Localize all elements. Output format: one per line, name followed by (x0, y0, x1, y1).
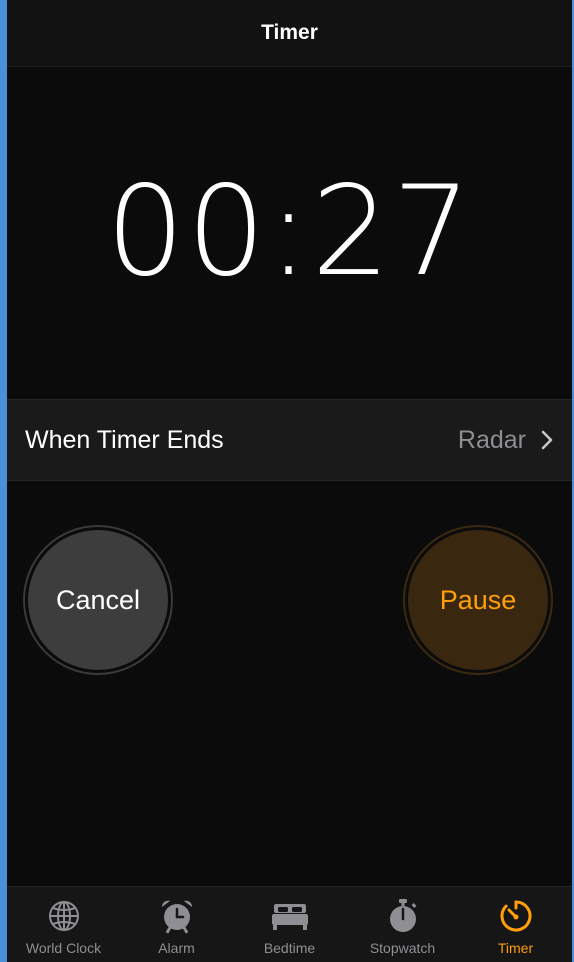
globe-icon (48, 901, 79, 931)
cancel-button-label: Cancel (28, 530, 168, 670)
page-title: Timer (261, 21, 318, 44)
pause-button[interactable]: Pause (403, 525, 553, 675)
tab-stopwatch[interactable]: Stopwatch (346, 887, 459, 962)
tab-alarm[interactable]: Alarm (120, 887, 233, 962)
tab-label: World Clock (25, 940, 102, 956)
tab-label: Alarm (158, 940, 195, 956)
when-timer-ends-row[interactable]: When Timer Ends Radar (7, 399, 572, 481)
tab-bedtime[interactable]: Bedtime (233, 887, 346, 962)
ringtone-value: Radar (457, 425, 526, 454)
when-timer-ends-value-group: Radar (458, 426, 554, 455)
timer-screen: Timer 00:27 When Timer Ends Radar Cancel… (7, 0, 572, 962)
countdown-display: 00:27 (105, 160, 474, 304)
tab-world-clock[interactable]: World Clock (7, 887, 120, 962)
navigation-bar: Timer (7, 0, 572, 67)
tab-label: Stopwatch (369, 940, 436, 956)
tab-bar: World Clock Alarm Bedtime Stopwatch Time… (7, 886, 572, 962)
chevron-right-icon (541, 430, 553, 450)
cancel-button[interactable]: Cancel (23, 525, 173, 675)
alarm-clock-icon (161, 900, 192, 934)
pause-button-label: Pause (408, 530, 548, 670)
tab-label: Timer (497, 940, 534, 956)
timer-icon (500, 900, 531, 932)
when-timer-ends-label: When Timer Ends (25, 425, 224, 454)
tab-timer[interactable]: Timer (459, 887, 572, 962)
tab-label: Bedtime (263, 940, 316, 956)
stopwatch-icon (389, 899, 416, 932)
bed-icon (271, 904, 308, 930)
